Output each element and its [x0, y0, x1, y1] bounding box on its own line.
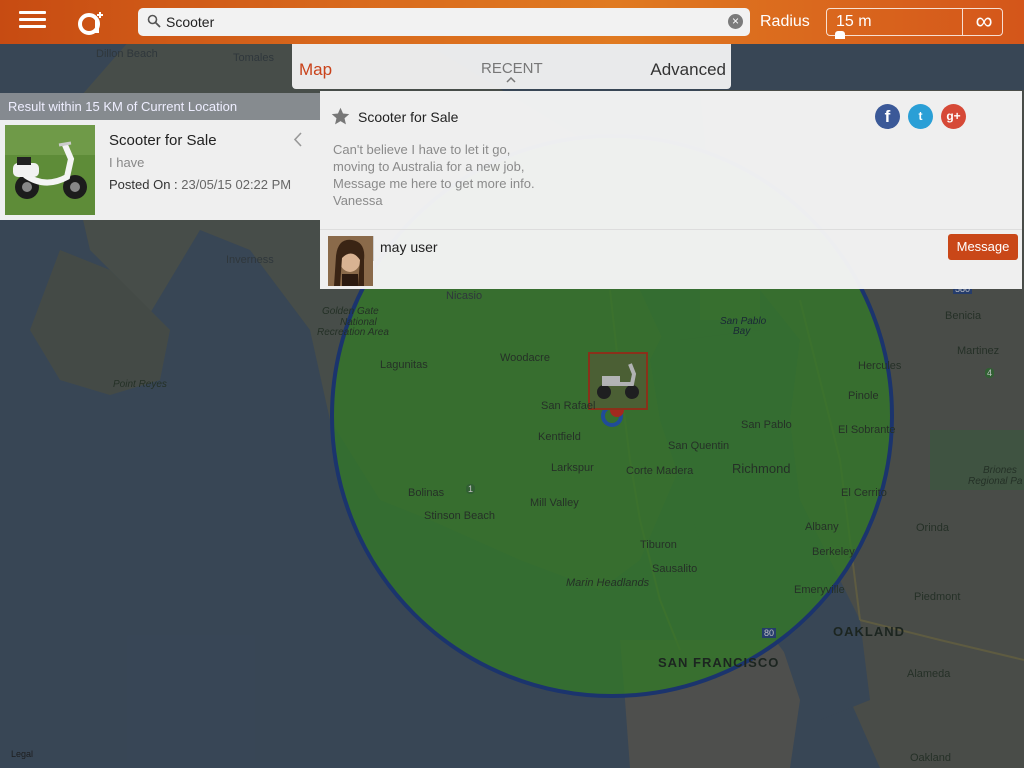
star-icon[interactable] — [330, 106, 351, 127]
search-icon — [147, 14, 161, 28]
chevron-left-icon[interactable] — [293, 132, 303, 147]
map-label-san-quentin: San Quentin — [668, 440, 730, 452]
map-label-san-francisco: SAN FRANCISCO — [658, 655, 780, 670]
map-label-emeryville: Emeryville — [794, 584, 845, 596]
radius-slider[interactable] — [835, 31, 955, 39]
map-label-bolinas: Bolinas — [408, 487, 445, 499]
description-line: Can't believe I have to let it go, — [333, 142, 511, 157]
radius-label: Radius — [760, 13, 810, 30]
detail-title: Scooter for Sale — [358, 109, 459, 125]
tab-advanced[interactable]: Advanced — [650, 60, 726, 80]
map-label-piedmont: Piedmont — [914, 591, 961, 603]
results-header: Result within 15 KM of Current Location — [0, 93, 320, 120]
map-label-point-reyes: Point Reyes — [113, 379, 167, 390]
detail-description: Can't believe I have to let it go, movin… — [333, 141, 573, 209]
user-name[interactable]: may user — [380, 239, 438, 255]
description-line: Message me here to get more info. — [333, 176, 535, 191]
radius-control[interactable]: 15 m ∞ — [826, 8, 1003, 39]
map-label-regional-park: Regional Pa — [968, 476, 1023, 487]
top-bar: × Radius 15 m ∞ — [0, 0, 1024, 44]
map-label-benicia: Benicia — [945, 310, 982, 322]
map-label-hercules: Hercules — [858, 360, 902, 372]
map-label-el-cerrito: El Cerrito — [841, 487, 887, 499]
map-label-woodacre: Woodacre — [500, 352, 550, 364]
map-label-el-sobrante: El Sobrante — [838, 424, 896, 436]
map-label-hwy-1: 1 — [466, 484, 476, 494]
map-label-corte-madera: Corte Madera — [626, 465, 694, 477]
map-label-sausalito: Sausalito — [652, 563, 698, 575]
message-button[interactable]: Message — [948, 234, 1018, 260]
map-label-san-rafael: San Rafael — [541, 400, 596, 412]
tab-recent[interactable]: RECENT — [481, 60, 543, 77]
map-label-alameda: Alameda — [907, 668, 951, 680]
map-label-berkeley: Berkeley — [812, 546, 855, 558]
description-line: Vanessa — [333, 193, 383, 208]
map-label-larkspur: Larkspur — [551, 462, 594, 474]
map-label-richmond: Richmond — [732, 461, 791, 476]
result-title: Scooter for Sale — [109, 132, 217, 149]
scooter-thumbnail-marker — [590, 354, 646, 408]
view-mode-segment: Map RECENT Advanced — [292, 44, 731, 89]
search-bar[interactable]: × — [138, 8, 750, 36]
search-input[interactable] — [166, 11, 726, 33]
map-label-tiburon: Tiburon — [640, 539, 677, 551]
result-list-item[interactable]: Scooter for Sale I have Posted On : 23/0… — [0, 120, 320, 220]
posted-on-date: 23/05/15 02:22 PM — [181, 177, 292, 192]
description-line: moving to Australia for a new job, — [333, 159, 525, 174]
map-label-hwy-4: 4 — [985, 368, 995, 378]
radius-slider-thumb[interactable] — [835, 31, 845, 39]
map-label-bay: Bay — [733, 326, 751, 337]
map-label-san-pablo: San Pablo — [741, 419, 792, 431]
map-label-recreation-area: Recreation Area — [317, 327, 389, 338]
map-item-marker[interactable] — [588, 352, 648, 410]
scooter-photo — [5, 125, 95, 215]
radius-divider — [962, 9, 963, 35]
user-photo — [328, 236, 373, 286]
hamburger-menu-icon[interactable] — [19, 11, 46, 34]
map-label-lagunitas: Lagunitas — [380, 359, 428, 371]
radius-value: 15 m — [836, 13, 872, 30]
map-label-oakland: OAKLAND — [833, 624, 905, 639]
user-divider — [373, 236, 374, 261]
app-logo-icon[interactable] — [76, 8, 106, 36]
avatar[interactable] — [328, 236, 373, 286]
map-label-briones: Briones — [983, 465, 1017, 476]
google-plus-share-icon[interactable]: g+ — [941, 104, 966, 129]
result-description: I have — [109, 155, 145, 170]
map-label-golden-gate: Golden Gate — [322, 306, 379, 317]
facebook-share-icon[interactable]: f — [875, 104, 900, 129]
map-label-mill-valley: Mill Valley — [530, 497, 579, 509]
chevron-up-icon[interactable] — [506, 77, 516, 83]
posted-on-label: Posted On : — [109, 177, 182, 192]
map-label-orinda: Orinda — [916, 522, 950, 534]
map-label-tomales: Tomales — [233, 52, 274, 64]
map-label-oakland-intl: Oakland — [910, 752, 951, 764]
map-label-dillon-beach: Dillon Beach — [96, 48, 158, 60]
map-label-martinez: Martinez — [957, 345, 1000, 357]
tab-map[interactable]: Map — [299, 60, 332, 80]
divider — [320, 229, 1022, 230]
twitter-share-icon[interactable]: t — [908, 104, 933, 129]
listing-detail-panel: Scooter for Sale f t g+ Can't believe I … — [320, 91, 1022, 289]
result-thumbnail — [5, 125, 95, 215]
map-label-kentfield: Kentfield — [538, 431, 581, 443]
clear-icon[interactable]: × — [728, 14, 743, 29]
map-label-marin-headlands: Marin Headlands — [566, 577, 650, 589]
map-legal-link[interactable]: Legal — [11, 749, 33, 759]
map-label-pinole: Pinole — [848, 390, 879, 402]
map-label-inverness: Inverness — [226, 254, 274, 266]
map-label-nicasio: Nicasio — [446, 290, 483, 302]
map-label-hwy-80: 80 — [762, 628, 777, 638]
map-label-stinson-beach: Stinson Beach — [424, 510, 495, 522]
unlimited-radius-button[interactable]: ∞ — [967, 10, 1001, 34]
map-label-albany: Albany — [805, 521, 839, 533]
result-posted-on: Posted On : 23/05/15 02:22 PM — [109, 177, 291, 192]
